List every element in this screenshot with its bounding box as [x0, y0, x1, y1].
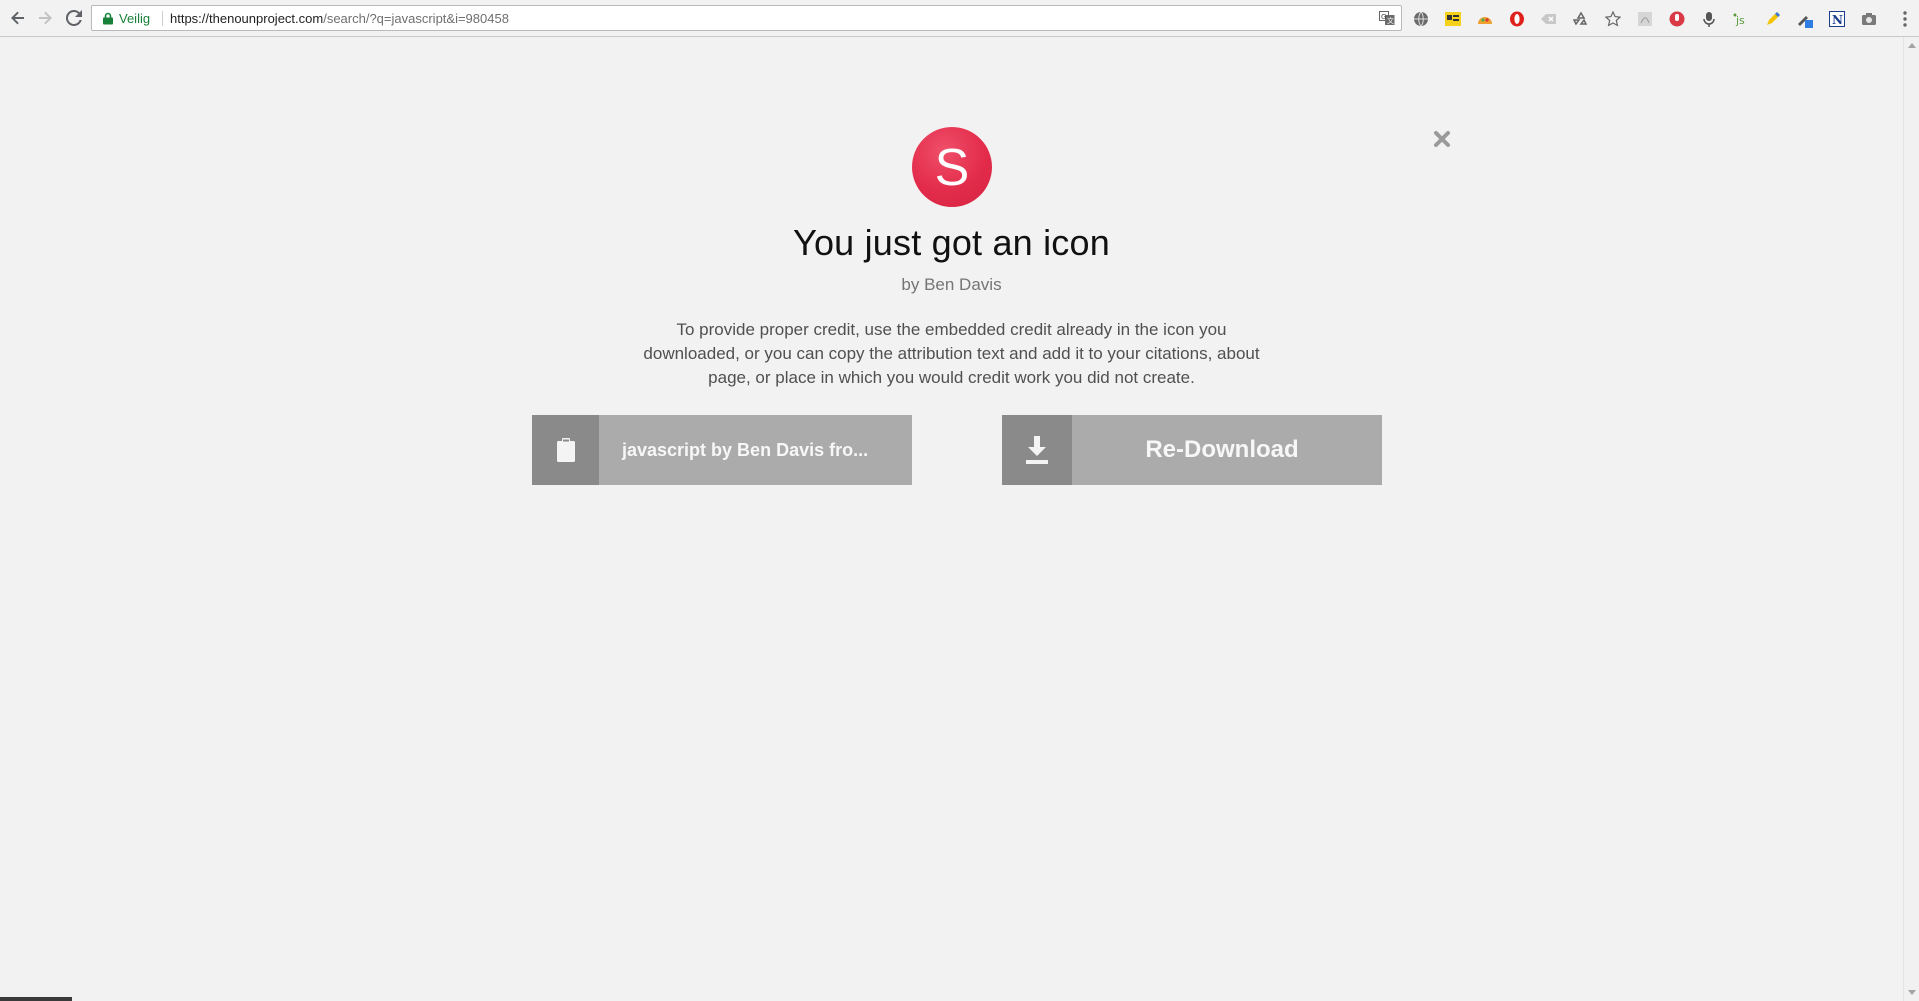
- globe-icon[interactable]: [1410, 8, 1432, 30]
- star-icon[interactable]: [1602, 8, 1624, 30]
- id-card-icon[interactable]: [1442, 8, 1464, 30]
- address-bar[interactable]: Veilig https://thenounproject.com/search…: [91, 5, 1402, 31]
- close-modal-button[interactable]: [1432, 129, 1452, 149]
- scroll-down-icon[interactable]: [1908, 990, 1916, 995]
- taco-icon[interactable]: [1474, 8, 1496, 30]
- browser-toolbar: Veilig https://thenounproject.com/search…: [0, 0, 1919, 37]
- author-byline: by Ben Davis: [901, 275, 1002, 294]
- svg-text:G: G: [1381, 13, 1386, 21]
- url-text[interactable]: https://thenounproject.com/search/?q=jav…: [170, 11, 509, 26]
- secure-label: Veilig: [119, 11, 151, 26]
- re-download-button[interactable]: Re-Download: [1002, 415, 1382, 485]
- clipboard-icon: [556, 438, 575, 462]
- browser-menu-icon[interactable]: [1903, 10, 1907, 28]
- download-icon-box: [1002, 415, 1072, 485]
- reload-button[interactable]: [64, 8, 84, 28]
- lock-icon: [103, 12, 113, 25]
- copy-attribution-button[interactable]: javascript by Ben Davis fro...: [532, 415, 912, 485]
- pencil-color-icon[interactable]: [1762, 8, 1784, 30]
- extension-bar: js N: [1410, 8, 1880, 30]
- forward-arrow-icon: [39, 11, 52, 25]
- app-logo: S: [912, 127, 992, 207]
- tab-close-icon[interactable]: [1538, 8, 1560, 30]
- noun-n-icon[interactable]: N: [1826, 8, 1848, 30]
- modal-title: You just got an icon: [793, 222, 1110, 263]
- url-path: /search/?q=javascript&i=980458: [323, 11, 509, 26]
- js-icon[interactable]: js: [1730, 8, 1752, 30]
- reload-icon: [66, 10, 82, 26]
- download-icon: [1026, 436, 1048, 464]
- scroll-up-icon[interactable]: [1908, 43, 1916, 48]
- copy-icon-box: [532, 415, 599, 485]
- page-scrollbar[interactable]: [1903, 37, 1919, 1001]
- microphone-icon[interactable]: [1698, 8, 1720, 30]
- attribution-description: To provide proper credit, use the embedd…: [643, 320, 1260, 387]
- eyedropper-icon[interactable]: [1794, 8, 1816, 30]
- forward-button[interactable]: [35, 8, 55, 28]
- url-host: https://thenounproject.com: [170, 11, 324, 26]
- omnibox-divider: [162, 11, 163, 26]
- re-download-label: Re-Download: [1145, 436, 1299, 463]
- copy-attribution-label: javascript by Ben Davis fro...: [622, 439, 869, 460]
- recycle-icon[interactable]: [1570, 8, 1592, 30]
- microphone-red-icon[interactable]: [1666, 8, 1688, 30]
- translate-icon[interactable]: G 文: [1379, 10, 1395, 26]
- svg-text:N: N: [1832, 13, 1843, 27]
- bottom-status-strip: [0, 997, 72, 1001]
- logo-letter: S: [935, 139, 970, 197]
- s-logo-icon: S: [935, 139, 970, 197]
- svg-text:文: 文: [1387, 16, 1394, 25]
- close-icon: [1434, 131, 1450, 147]
- opera-icon[interactable]: [1506, 8, 1528, 30]
- back-button[interactable]: [8, 8, 28, 28]
- pdf-icon[interactable]: [1634, 8, 1656, 30]
- svg-text:js: js: [1735, 14, 1745, 27]
- camera-icon[interactable]: [1858, 8, 1880, 30]
- page-content: S You just got an icon by Ben Davis To p…: [0, 37, 1903, 1001]
- back-arrow-icon: [11, 11, 24, 25]
